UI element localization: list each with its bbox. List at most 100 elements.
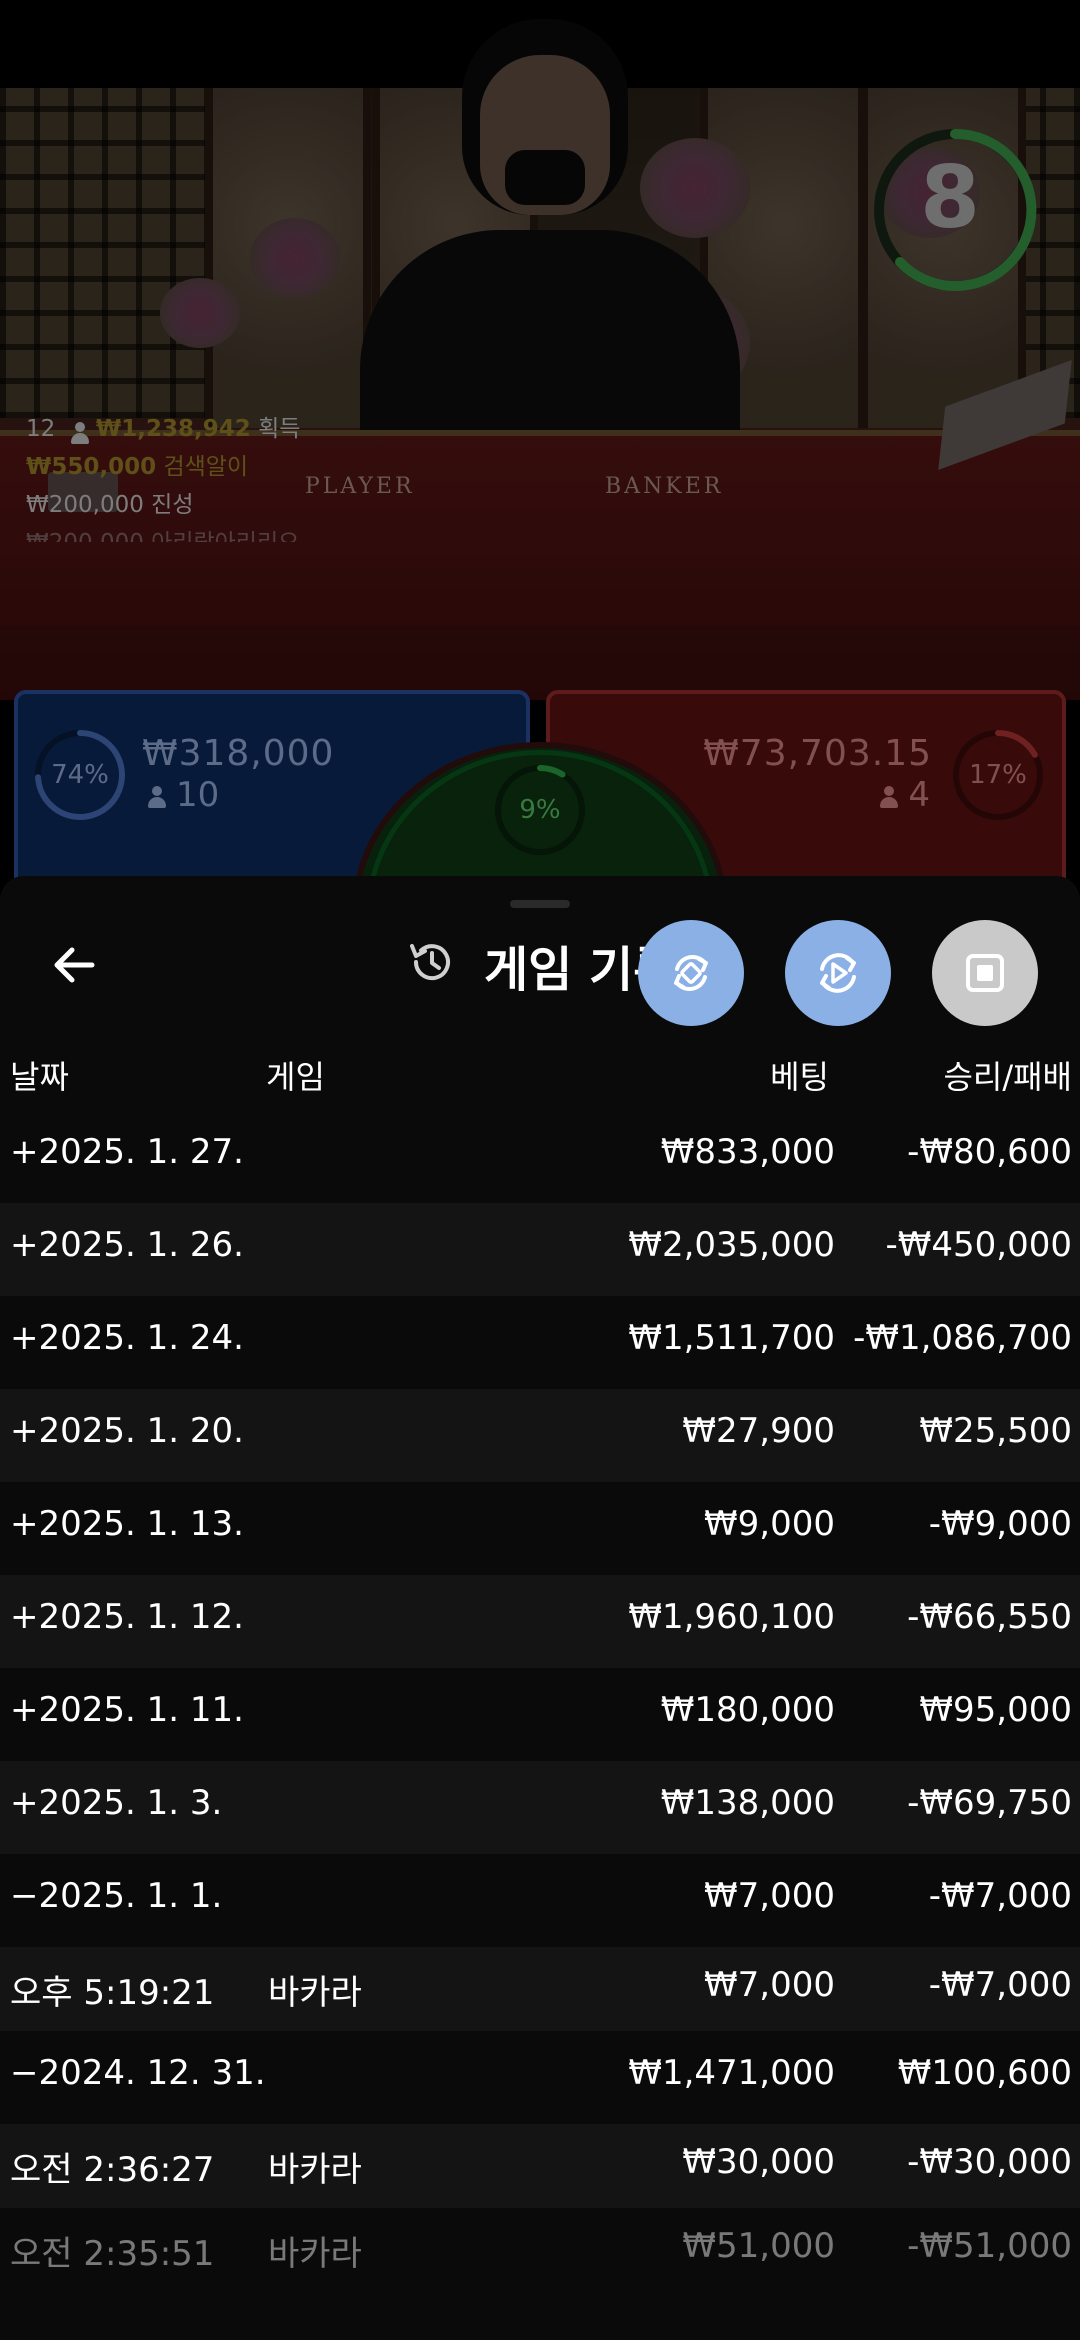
row-game: 바카라 bbox=[268, 2234, 362, 2274]
row-bet: ₩180,000 bbox=[660, 1690, 835, 1730]
winner-amount: ₩550,000 bbox=[26, 454, 157, 480]
row-bet: ₩7,000 bbox=[704, 1965, 835, 2005]
stop-button[interactable] bbox=[932, 920, 1038, 1026]
winner-entry: ₩550,000 검색알이 bbox=[26, 448, 300, 486]
row-bet: ₩138,000 bbox=[660, 1783, 835, 1823]
row-bet: ₩51,000 bbox=[682, 2226, 835, 2266]
row-winloss: ₩100,600 bbox=[897, 2053, 1072, 2093]
winners-label: 획득 bbox=[258, 416, 301, 442]
row-bet: ₩27,900 bbox=[682, 1411, 835, 1451]
winners-list: 12 ₩1,238,942 획득 ₩550,000 검색알이 ₩200,000 … bbox=[26, 410, 300, 542]
banker-bet-total: ₩73,703.15 bbox=[703, 733, 932, 774]
player-bettor-count-value: 10 bbox=[176, 775, 220, 815]
row-bet: ₩2,035,000 bbox=[628, 1225, 835, 1265]
history-day-row[interactable]: +2025. 1. 20. ₩27,900 ₩25,500 bbox=[0, 1389, 1080, 1482]
row-date: −2025. 1. 1. bbox=[10, 1876, 223, 1916]
stop-icon bbox=[966, 954, 1004, 992]
history-icon bbox=[410, 944, 450, 981]
winners-count: 12 bbox=[26, 416, 56, 442]
row-date: +2025. 1. 11. bbox=[10, 1690, 244, 1730]
row-winloss: -₩30,000 bbox=[907, 2142, 1072, 2182]
winner-entry: ₩200,000 아리랑아리리오 bbox=[26, 524, 300, 542]
row-date: +2025. 1. 24. bbox=[10, 1318, 244, 1358]
column-header-bet: 베팅 bbox=[770, 1058, 829, 1096]
replay-icon bbox=[820, 953, 856, 993]
row-game: 바카라 bbox=[268, 1973, 362, 2013]
row-winloss: -₩1,086,700 bbox=[853, 1318, 1072, 1358]
row-date: +2025. 1. 26. bbox=[10, 1225, 244, 1265]
history-game-row[interactable]: 오전 2:35:51 바카라 ₩51,000 -₩51,000 bbox=[0, 2208, 1080, 2292]
person-icon bbox=[148, 786, 166, 808]
winner-amount: ₩200,000 bbox=[26, 530, 144, 542]
row-bet: ₩1,511,700 bbox=[628, 1318, 835, 1358]
history-day-row[interactable]: −2025. 1. 1. ₩7,000 -₩7,000 bbox=[0, 1854, 1080, 1947]
winner-name: 진성 bbox=[151, 492, 194, 518]
winner-name: 검색알이 bbox=[163, 454, 249, 480]
arrow-left-icon[interactable] bbox=[40, 930, 110, 1000]
row-bet: ₩1,960,100 bbox=[628, 1597, 835, 1637]
lattice-wall-left bbox=[0, 88, 210, 418]
row-date: +2025. 1. 3. bbox=[10, 1783, 223, 1823]
row-bet: ₩1,471,000 bbox=[628, 2053, 835, 2093]
column-header-winloss: 승리/패배 bbox=[943, 1058, 1072, 1096]
replay-button[interactable] bbox=[785, 920, 891, 1026]
history-day-row[interactable]: +2025. 1. 27. ₩833,000 -₩80,600 bbox=[0, 1110, 1080, 1203]
player-bettor-count: 10 bbox=[148, 775, 219, 815]
row-winloss: -₩69,750 bbox=[907, 1783, 1072, 1823]
winners-summary: 12 ₩1,238,942 획득 bbox=[26, 410, 300, 448]
row-winloss: -₩450,000 bbox=[885, 1225, 1073, 1265]
player-bet-total: ₩318,000 bbox=[142, 733, 335, 774]
history-day-row[interactable]: +2025. 1. 11. ₩180,000 ₩95,000 bbox=[0, 1668, 1080, 1761]
row-bet: ₩9,000 bbox=[704, 1504, 835, 1544]
row-date: +2025. 1. 27. bbox=[10, 1132, 244, 1172]
history-day-row[interactable]: −2024. 12. 31. ₩1,471,000 ₩100,600 bbox=[0, 2031, 1080, 2124]
flower-decoration bbox=[160, 278, 240, 348]
person-icon bbox=[880, 786, 899, 808]
row-date: 오후 5:19:21 bbox=[10, 1973, 215, 2013]
banker-bettor-count: 4 bbox=[880, 775, 930, 815]
winner-amount: ₩200,000 bbox=[26, 492, 144, 518]
flower-decoration bbox=[250, 218, 340, 298]
row-winloss: ₩95,000 bbox=[919, 1690, 1072, 1730]
column-header-game: 게임 bbox=[266, 1058, 325, 1096]
rotate-button[interactable] bbox=[638, 920, 744, 1026]
row-date: −2024. 12. 31. bbox=[10, 2053, 266, 2093]
winner-name: 아리랑아리리오 bbox=[151, 530, 299, 542]
row-date: +2025. 1. 20. bbox=[10, 1411, 244, 1451]
row-bet: ₩30,000 bbox=[682, 2142, 835, 2182]
sheet-drag-handle[interactable] bbox=[510, 900, 570, 908]
row-winloss: -₩7,000 bbox=[928, 1965, 1072, 2005]
history-day-row[interactable]: +2025. 1. 12. ₩1,960,100 -₩66,550 bbox=[0, 1575, 1080, 1668]
row-date: 오전 2:36:27 bbox=[10, 2150, 215, 2190]
row-bet: ₩7,000 bbox=[704, 1876, 835, 1916]
winner-entry: ₩200,000 진성 bbox=[26, 486, 300, 524]
banker-percent: 17% bbox=[969, 760, 1027, 790]
history-day-row[interactable]: +2025. 1. 26. ₩2,035,000 -₩450,000 bbox=[0, 1203, 1080, 1296]
winners-total: ₩1,238,942 bbox=[95, 416, 251, 442]
history-day-row[interactable]: +2025. 1. 3. ₩138,000 -₩69,750 bbox=[0, 1761, 1080, 1854]
history-game-row[interactable]: 오전 2:36:27 바카라 ₩30,000 -₩30,000 bbox=[0, 2124, 1080, 2208]
row-bet: ₩833,000 bbox=[660, 1132, 835, 1172]
row-date: +2025. 1. 13. bbox=[10, 1504, 244, 1544]
history-day-row[interactable]: +2025. 1. 13. ₩9,000 -₩9,000 bbox=[0, 1482, 1080, 1575]
rotate-icon bbox=[674, 955, 708, 991]
history-game-row[interactable]: 오후 5:19:21 바카라 ₩7,000 -₩7,000 bbox=[0, 1947, 1080, 2031]
row-winloss: -₩80,600 bbox=[907, 1132, 1072, 1172]
dealer-mask bbox=[505, 150, 585, 205]
banker-bettor-count-value: 4 bbox=[908, 775, 930, 815]
row-game: 바카라 bbox=[268, 2150, 362, 2190]
history-day-row[interactable]: +2025. 1. 24. ₩1,511,700 -₩1,086,700 bbox=[0, 1296, 1080, 1389]
history-table: +2025. 1. 27. ₩833,000 -₩80,600 +2025. 1. 2… bbox=[0, 1110, 1080, 2292]
row-winloss: -₩66,550 bbox=[907, 1597, 1072, 1637]
column-header-date: 날짜 bbox=[10, 1058, 69, 1096]
row-winloss: ₩25,500 bbox=[919, 1411, 1072, 1451]
row-winloss: -₩7,000 bbox=[928, 1876, 1072, 1916]
row-date: +2025. 1. 12. bbox=[10, 1597, 244, 1637]
countdown-value: 8 bbox=[920, 148, 980, 248]
flower-decoration bbox=[640, 138, 750, 238]
table-label-player: PLAYER bbox=[305, 474, 415, 499]
row-winloss: -₩9,000 bbox=[928, 1504, 1072, 1544]
table-label-banker: BANKER bbox=[605, 474, 724, 499]
tie-percent: 9% bbox=[519, 795, 561, 825]
row-date: 오전 2:35:51 bbox=[10, 2234, 215, 2274]
